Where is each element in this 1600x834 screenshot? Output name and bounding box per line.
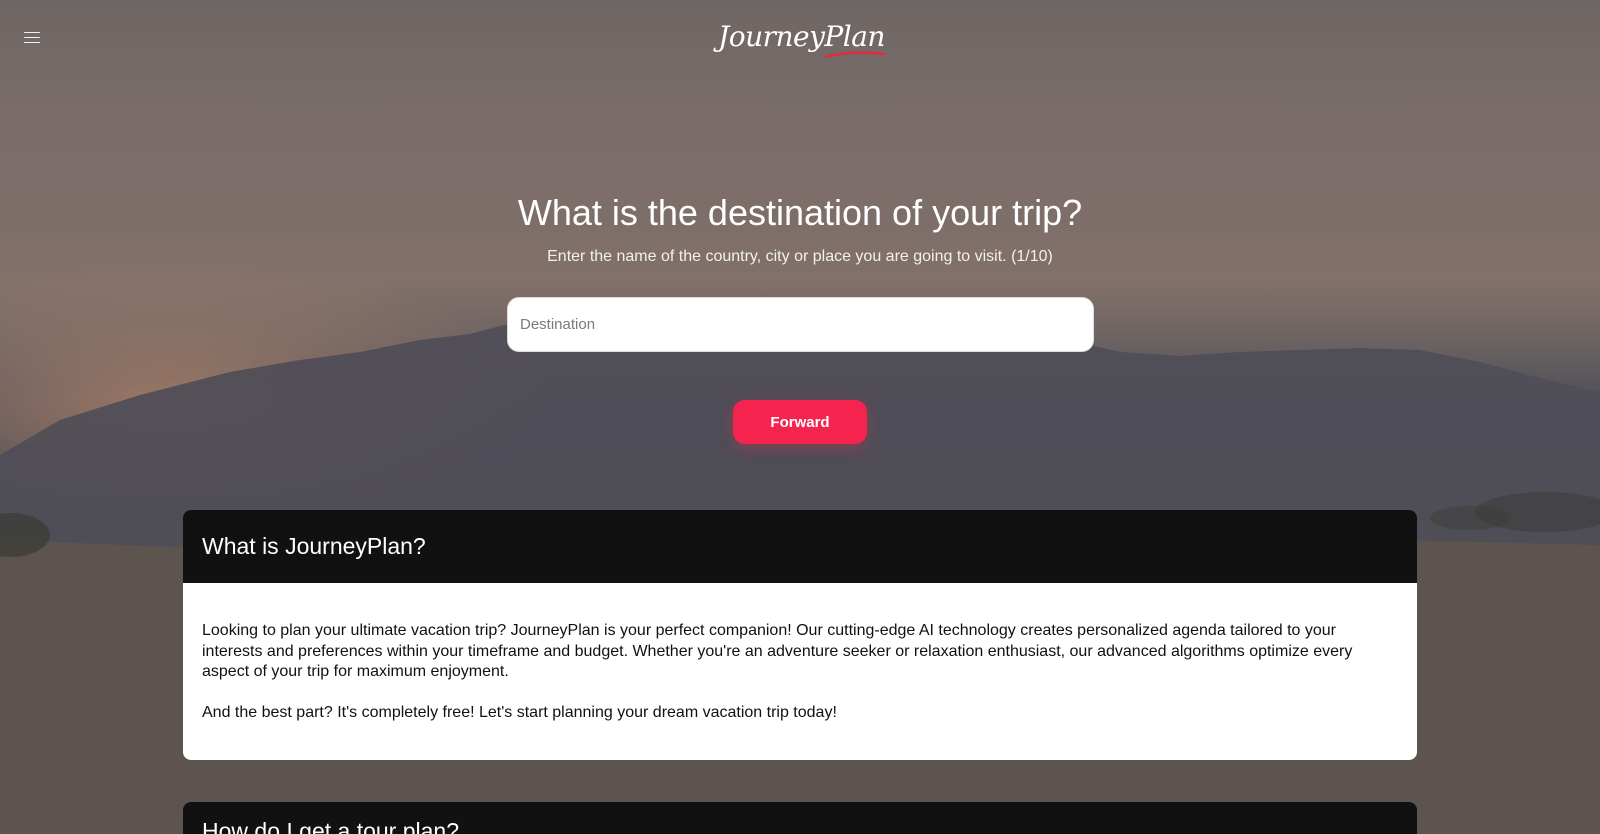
- how-to-card-header: How do I get a tour plan?: [183, 802, 1417, 834]
- forward-button[interactable]: Forward: [733, 400, 867, 444]
- page-subtitle: Enter the name of the country, city or p…: [547, 248, 1053, 265]
- logo-swoosh-icon: [824, 51, 886, 59]
- about-card: What is JourneyPlan? Looking to plan you…: [183, 510, 1417, 760]
- about-paragraph-1: Looking to plan your ultimate vacation t…: [202, 622, 1353, 681]
- about-card-header: What is JourneyPlan?: [183, 510, 1417, 583]
- page: JourneyPlan What is the destination of y…: [0, 0, 1600, 834]
- page-title: What is the destination of your trip?: [517, 192, 1083, 233]
- about-paragraph-2: And the best part? It's completely free!…: [202, 704, 837, 722]
- hamburger-menu-icon[interactable]: [22, 28, 42, 48]
- about-card-title: What is JourneyPlan?: [202, 533, 426, 559]
- destination-input[interactable]: [507, 297, 1094, 352]
- how-to-card-title: How do I get a tour plan?: [202, 818, 459, 834]
- about-card-body: Looking to plan your ultimate vacation t…: [183, 583, 1417, 760]
- journeyplan-logo[interactable]: JourneyPlan: [718, 14, 888, 60]
- how-to-card: How do I get a tour plan?: [183, 802, 1417, 834]
